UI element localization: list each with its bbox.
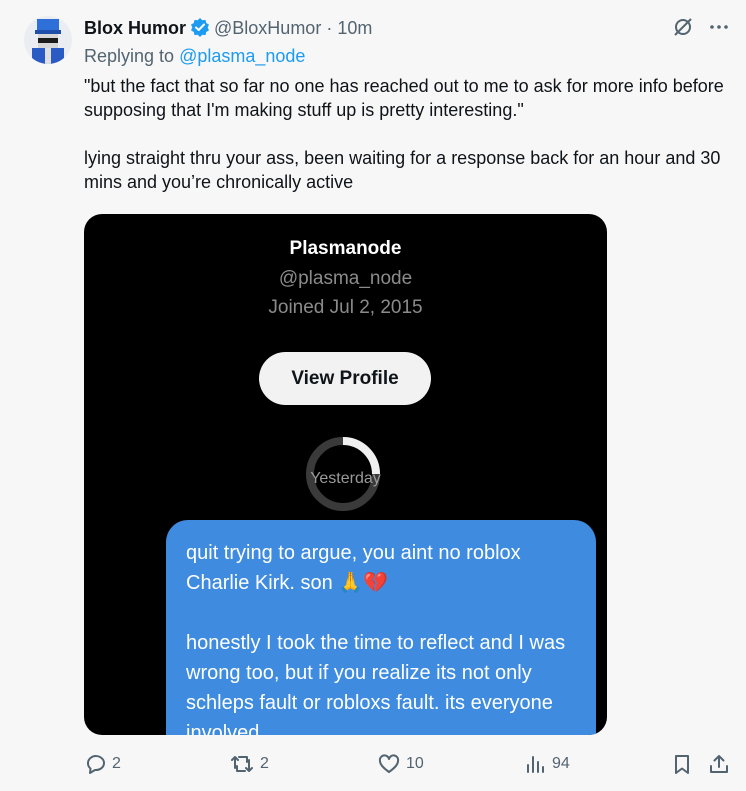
media-view-profile-button: View Profile bbox=[259, 352, 431, 405]
author-handle[interactable]: @BloxHumor bbox=[214, 18, 321, 38]
tweet-text: "but the fact that so far no one has rea… bbox=[84, 76, 724, 192]
tweet-actions-bar: 2 2 10 94 bbox=[84, 753, 734, 781]
media-profile-handle: @plasma_node bbox=[278, 268, 413, 289]
like-button[interactable]: 10 bbox=[378, 753, 424, 775]
message-paragraph-2: honestly I took the time to reflect and … bbox=[186, 632, 566, 735]
views-count: 94 bbox=[552, 755, 570, 772]
author-name[interactable]: Blox Humor bbox=[84, 18, 186, 38]
reply-icon bbox=[84, 753, 106, 775]
media-joined-date: Joined Jul 2, 2015 bbox=[268, 297, 423, 318]
replying-prefix: Replying to bbox=[84, 46, 175, 66]
replying-to: Replying to @plasma_node bbox=[84, 44, 305, 68]
verified-badge-icon bbox=[190, 17, 210, 43]
views-button[interactable]: 94 bbox=[524, 753, 570, 775]
repost-icon bbox=[230, 753, 254, 775]
replying-to-link[interactable]: @plasma_node bbox=[179, 46, 305, 66]
share-icon bbox=[708, 753, 730, 775]
reply-button[interactable]: 2 bbox=[84, 753, 121, 775]
tweet-media-image[interactable]: Plasmanode @plasma_node Joined Jul 2, 20… bbox=[84, 214, 607, 735]
bookmark-icon bbox=[672, 753, 692, 775]
like-count: 10 bbox=[406, 755, 424, 772]
bookmark-button[interactable] bbox=[672, 753, 692, 775]
separator-dot: · bbox=[326, 18, 333, 38]
tweet-header: Blox Humor @BloxHumor · 10m bbox=[84, 16, 372, 43]
share-button[interactable] bbox=[708, 753, 730, 775]
like-icon bbox=[378, 753, 400, 775]
repost-count: 2 bbox=[260, 755, 269, 772]
tweet-top-actions bbox=[672, 16, 730, 43]
media-date-label: Yesterday bbox=[310, 470, 381, 487]
grok-icon[interactable] bbox=[672, 16, 694, 43]
more-icon[interactable] bbox=[708, 16, 730, 43]
tweet-time[interactable]: 10m bbox=[337, 18, 372, 38]
repost-button[interactable]: 2 bbox=[230, 753, 269, 775]
message-paragraph-1: quit trying to argue, you aint no roblox… bbox=[186, 542, 521, 594]
views-icon bbox=[524, 753, 546, 775]
media-message-bubble: quit trying to argue, you aint no roblox… bbox=[166, 520, 596, 735]
media-profile-name: Plasmanode bbox=[289, 238, 402, 259]
author-avatar[interactable] bbox=[24, 16, 72, 64]
reply-count: 2 bbox=[112, 755, 121, 772]
